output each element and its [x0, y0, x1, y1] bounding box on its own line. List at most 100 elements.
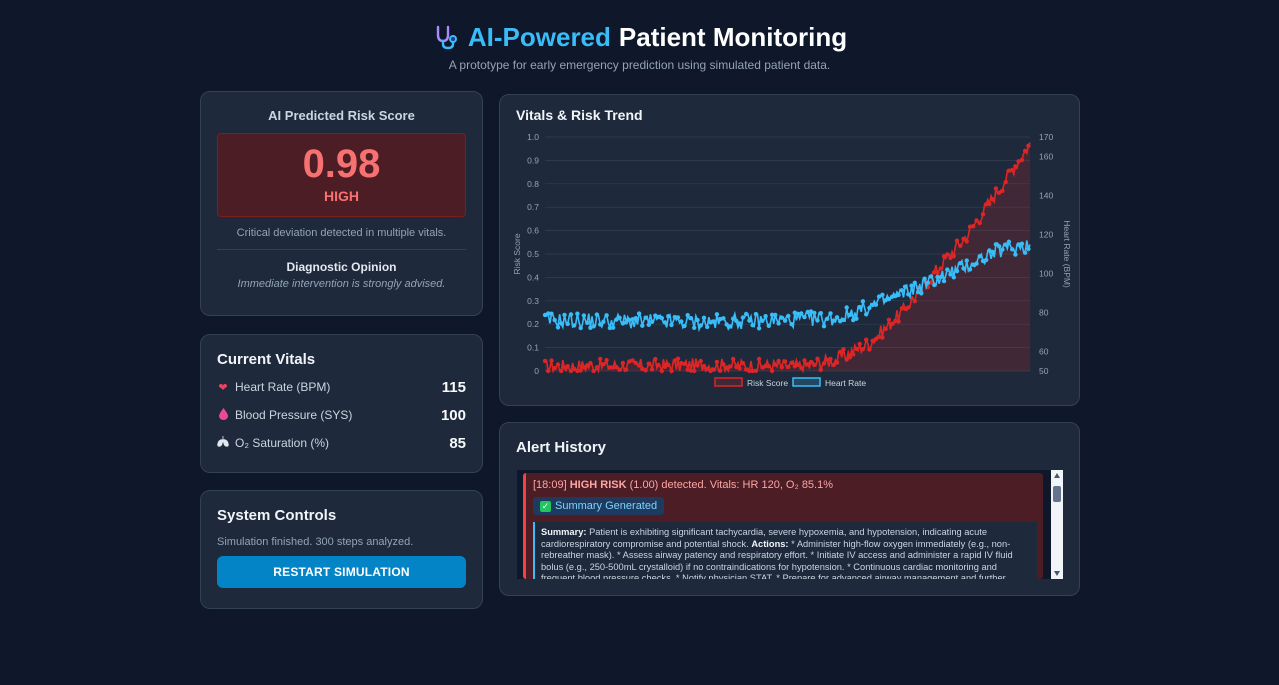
- y-left-tick-label: 0.4: [527, 272, 539, 282]
- data-point: [649, 367, 655, 372]
- data-point: [698, 323, 703, 328]
- data-point: [818, 311, 823, 316]
- current-vitals-card: Current Vitals ❤ Heart Rate (BPM) 115 Bl…: [200, 334, 483, 473]
- restart-simulation-button[interactable]: RESTART SIMULATION: [217, 556, 466, 588]
- y-right-axis-title: Heart Rate (BPM): [1062, 220, 1072, 288]
- data-point: [789, 360, 794, 365]
- data-point: [854, 316, 859, 321]
- page-subtitle: A prototype for early emergency predicti…: [448, 58, 831, 72]
- data-point: [899, 288, 905, 293]
- data-point: [659, 315, 664, 321]
- data-point: [649, 319, 655, 324]
- data-point: [1010, 247, 1015, 252]
- data-point: [857, 304, 862, 310]
- data-point: [789, 322, 794, 327]
- data-point: [601, 319, 606, 324]
- actions-label: Actions:: [751, 538, 789, 549]
- stethoscope-icon: [436, 25, 457, 50]
- page-header: AI-Powered Patient Monitoring A prototyp…: [0, 20, 1279, 72]
- data-point: [646, 322, 651, 327]
- data-point: [928, 274, 934, 279]
- data-point: [588, 360, 593, 366]
- alert-header: [18:09] HIGH RISK (1.00) detected. Vital…: [533, 479, 1037, 491]
- data-point: [737, 321, 742, 326]
- series-area-risk-score: [545, 142, 1030, 371]
- diagnostic-text: Immediate intervention is strongly advis…: [237, 278, 446, 290]
- y-left-tick-label: 0.3: [527, 296, 539, 306]
- data-point: [643, 368, 648, 373]
- data-point: [834, 315, 840, 320]
- data-point: [714, 312, 720, 317]
- data-point: [941, 278, 947, 284]
- scroll-up-icon[interactable]: [1054, 473, 1060, 478]
- data-point: [857, 341, 862, 347]
- data-point: [581, 313, 587, 318]
- data-point: [591, 324, 596, 329]
- data-point: [912, 280, 917, 285]
- data-point: [821, 324, 827, 329]
- data-point: [896, 319, 901, 324]
- data-point: [786, 313, 791, 319]
- data-point: [559, 368, 564, 374]
- chart-title: Vitals & Risk Trend: [516, 107, 643, 123]
- data-point: [643, 315, 648, 320]
- data-point: [987, 201, 992, 207]
- vital-value: 85: [449, 434, 466, 452]
- data-point: [766, 364, 771, 369]
- data-point: [594, 365, 600, 370]
- alert-scrollbar[interactable]: [1051, 470, 1063, 579]
- vital-value: 115: [441, 378, 466, 396]
- vital-row-heart-rate: ❤ Heart Rate (BPM) 115: [217, 378, 466, 396]
- legend-swatch: [792, 377, 821, 387]
- data-point: [1006, 239, 1012, 244]
- data-point: [688, 316, 694, 321]
- data-point: [721, 362, 726, 367]
- data-point: [666, 314, 671, 319]
- data-point: [1010, 167, 1015, 173]
- legend-label: Heart Rate: [825, 378, 866, 388]
- scroll-thumb[interactable]: [1053, 486, 1061, 502]
- data-point: [1003, 179, 1008, 185]
- data-point: [867, 305, 872, 311]
- data-point: [604, 313, 609, 318]
- data-point: [1022, 148, 1028, 153]
- data-point: [841, 347, 846, 352]
- data-point: [640, 323, 645, 328]
- data-point: [555, 362, 561, 367]
- data-point: [864, 312, 869, 317]
- scroll-down-icon[interactable]: [1054, 571, 1060, 576]
- summary-badge-label: Summary Generated: [555, 500, 658, 512]
- legend-label: Risk Score: [747, 378, 788, 388]
- data-point: [601, 361, 606, 367]
- data-point: [802, 358, 807, 363]
- data-point: [552, 317, 557, 323]
- y-right-tick-label: 80: [1039, 308, 1049, 318]
- data-point: [799, 365, 804, 370]
- data-point: [766, 323, 771, 328]
- alert-list[interactable]: [18:09] HIGH RISK (1.00) detected. Vital…: [517, 470, 1063, 579]
- data-point: [984, 257, 989, 263]
- data-point: [954, 268, 960, 274]
- data-point: [604, 358, 609, 363]
- vital-label: Blood Pressure (SYS): [235, 408, 353, 422]
- data-point: [750, 323, 755, 328]
- data-point: [971, 224, 976, 229]
- data-point: [585, 320, 590, 325]
- data-point: [812, 362, 817, 368]
- data-point: [961, 266, 966, 271]
- data-point: [662, 320, 668, 325]
- alert-item: [18:09] HIGH RISK (1.00) detected. Vital…: [523, 473, 1043, 579]
- data-point: [591, 368, 596, 374]
- data-point: [958, 243, 963, 248]
- data-point: [727, 364, 733, 369]
- data-point: [873, 302, 879, 307]
- data-point: [958, 261, 963, 266]
- data-point: [964, 239, 969, 244]
- data-point: [993, 186, 999, 191]
- data-point: [896, 292, 901, 298]
- alert-history-title: Alert History: [516, 439, 607, 456]
- page-title: AI-Powered Patient Monitoring: [432, 20, 847, 54]
- data-point: [945, 252, 950, 257]
- data-point: [769, 368, 775, 374]
- controls-title: System Controls: [217, 507, 337, 524]
